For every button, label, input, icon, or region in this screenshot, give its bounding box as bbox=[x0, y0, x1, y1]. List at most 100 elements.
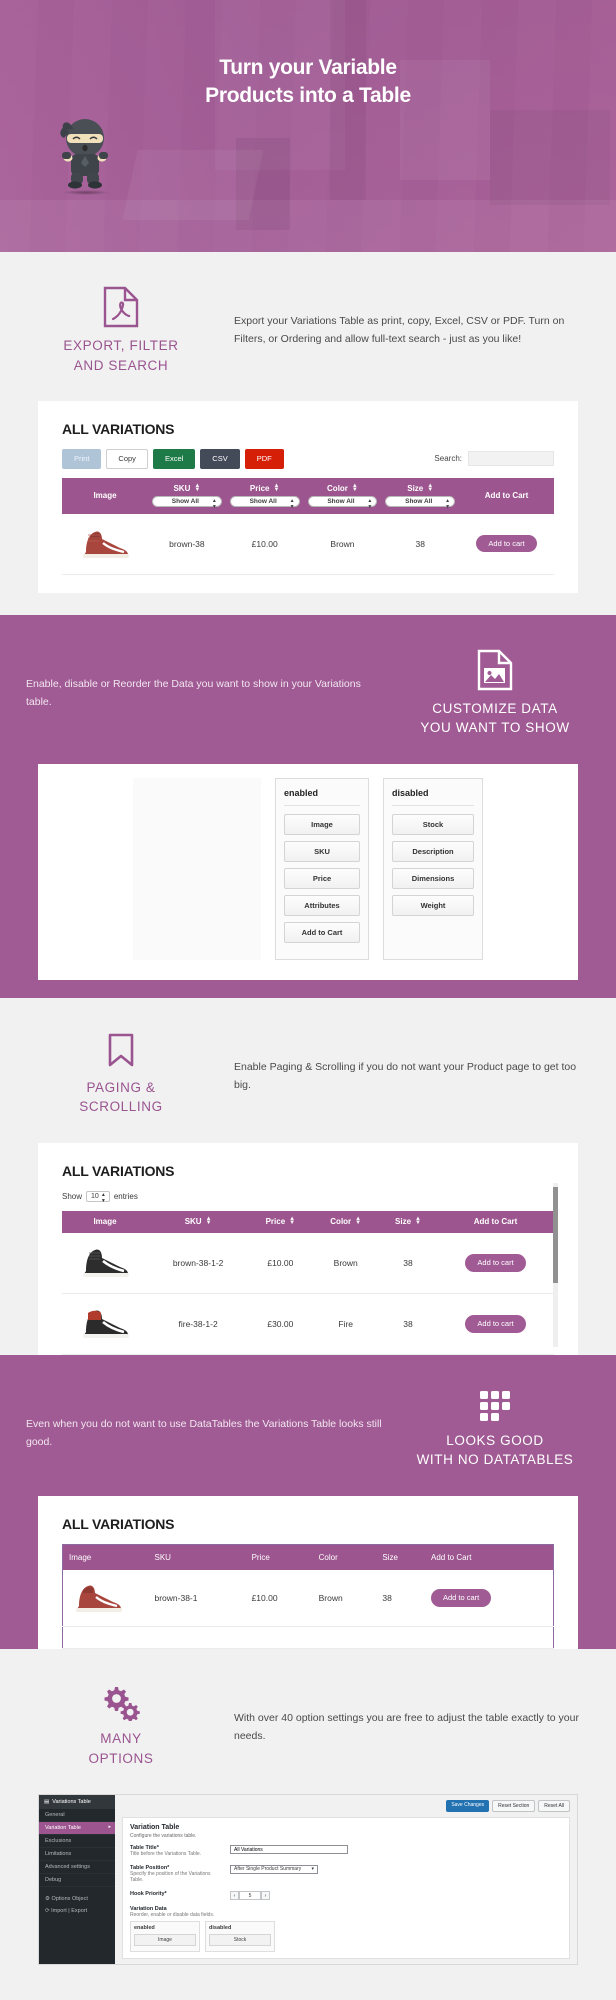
pdf-button[interactable]: PDF bbox=[244, 449, 284, 469]
decrement-button[interactable]: ‹ bbox=[230, 1891, 239, 1901]
cell-add-to-cart: Add to cart bbox=[459, 513, 554, 575]
add-to-cart-button[interactable]: Add to cart bbox=[465, 1315, 526, 1333]
cell-color: Fire bbox=[312, 1293, 379, 1355]
field-label: Hook Priority* bbox=[130, 1891, 167, 1898]
column-size[interactable]: Size ▲ ▼ bbox=[378, 1210, 438, 1233]
reset-section-button[interactable]: Reset Section bbox=[492, 1800, 536, 1813]
feature-description: Enable, disable or Reorder the Data you … bbox=[26, 677, 361, 708]
dnd-item[interactable]: Add to Cart bbox=[284, 921, 360, 943]
add-to-cart-button[interactable]: Add to cart bbox=[465, 1254, 526, 1272]
dnd-item[interactable]: Price bbox=[284, 867, 360, 889]
table-row: brown-38 £10.00 Brown 38 Add to cart bbox=[62, 513, 554, 575]
settings-toolbar: Save Changes Reset Section Reset All bbox=[122, 1800, 570, 1813]
table-position-select[interactable]: After Single Product Summary ▾ bbox=[230, 1865, 318, 1875]
field-description: Specify the position of the Variations T… bbox=[130, 1871, 211, 1884]
dnd-item[interactable]: Dimensions bbox=[392, 867, 474, 889]
cell-add-to-cart: Add to cart bbox=[424, 1570, 554, 1627]
wp-dnd-item[interactable]: Stock bbox=[209, 1934, 271, 1947]
column-label: SKU bbox=[184, 1216, 202, 1226]
cell-color: Brown bbox=[303, 513, 382, 575]
feature-description: Export your Variations Table as print, c… bbox=[234, 315, 565, 346]
settings-icon: ▤ bbox=[44, 1799, 50, 1806]
dnd-item[interactable]: Attributes bbox=[284, 894, 360, 916]
field-description: Title before the Variations Table. bbox=[130, 1851, 202, 1858]
csv-button[interactable]: CSV bbox=[200, 449, 240, 469]
column-size: Size bbox=[376, 1544, 425, 1570]
cell-image bbox=[62, 1232, 148, 1294]
add-to-cart-button[interactable]: Add to cart bbox=[430, 1589, 492, 1607]
feature-heading-line-2: WITH NO DATATABLES bbox=[416, 1452, 574, 1468]
sidebar-item-import-export[interactable]: ⟳ Import | Export bbox=[39, 1905, 115, 1917]
variations-table-card-1: ALL VARIATIONS Print Copy Excel CSV PDF … bbox=[38, 401, 578, 593]
column-price[interactable]: Price ▲ ▼ Show All ▲ ▼ bbox=[225, 477, 304, 514]
excel-button[interactable]: Excel bbox=[152, 449, 196, 469]
dnd-item[interactable]: Description bbox=[392, 840, 474, 862]
column-image[interactable]: Image bbox=[62, 477, 148, 514]
table-body: brown-38-1-2 £10.00 Brown 38 Add to cart bbox=[62, 1232, 554, 1355]
print-button[interactable]: Print bbox=[62, 449, 102, 469]
cell-image bbox=[62, 513, 148, 575]
sidebar-item-advanced-settings[interactable]: Advanced settings bbox=[39, 1861, 115, 1875]
show-label: Show bbox=[62, 1191, 83, 1201]
color-filter-select[interactable]: Show All ▲ ▼ bbox=[307, 495, 378, 510]
field-table-title: Table Title* Title before the Variations… bbox=[130, 1845, 562, 1859]
feature-heading-line-2: OPTIONS bbox=[88, 1750, 154, 1766]
dnd-item[interactable]: SKU bbox=[284, 840, 360, 862]
search-input[interactable] bbox=[468, 451, 554, 467]
wp-dnd-item[interactable]: Image bbox=[134, 1934, 196, 1947]
wp-enabled-title: enabled bbox=[134, 1925, 155, 1932]
column-label: Price bbox=[265, 1216, 286, 1226]
column-size[interactable]: Size ▲ ▼ Show All ▲ ▼ bbox=[381, 477, 460, 514]
sidebar-item-general[interactable]: General bbox=[39, 1809, 115, 1823]
hook-priority-stepper[interactable]: ‹ 5 › bbox=[230, 1891, 270, 1901]
cell-image bbox=[62, 1570, 149, 1627]
settings-sidebar: ▤ Variations Table General Variation Tab… bbox=[39, 1795, 115, 1965]
sidebar-item-options-object[interactable]: ⚙ Options Object bbox=[39, 1893, 115, 1905]
variations-table-card-2: ALL VARIATIONS Show 10 ▲ ▼ entries Image … bbox=[38, 1142, 578, 1355]
enabled-column: enabled Image SKU Price Attributes Add t… bbox=[275, 777, 369, 960]
price-filter-select[interactable]: Show All ▲ ▼ bbox=[229, 495, 300, 510]
copy-button[interactable]: Copy bbox=[106, 449, 148, 469]
sidebar-title: ▤ Variations Table bbox=[39, 1795, 115, 1810]
column-label: Add to Cart bbox=[473, 1216, 518, 1226]
hook-priority-value[interactable]: 5 bbox=[239, 1891, 261, 1901]
table-title-input[interactable] bbox=[230, 1845, 348, 1855]
entries-control: Show 10 ▲ ▼ entries bbox=[62, 1190, 554, 1204]
table-title: ALL VARIATIONS bbox=[62, 1516, 175, 1532]
sort-arrows-icon: ▲ ▼ bbox=[415, 1215, 421, 1227]
sidebar-item-debug[interactable]: Debug bbox=[39, 1874, 115, 1888]
dnd-item[interactable]: Stock bbox=[392, 813, 474, 835]
entries-select[interactable]: 10 ▲ ▼ bbox=[86, 1190, 110, 1204]
add-to-cart-button[interactable]: Add to cart bbox=[476, 534, 537, 553]
sidebar-item-variation-table[interactable]: Variation Table bbox=[39, 1822, 115, 1836]
reset-all-button[interactable]: Reset All bbox=[538, 1800, 570, 1813]
dnd-item[interactable]: Weight bbox=[392, 894, 474, 916]
sidebar-item-exclusions[interactable]: Exclusions bbox=[39, 1835, 115, 1849]
pdf-file-icon bbox=[103, 286, 139, 328]
sidebar-item-limitations[interactable]: Limitations bbox=[39, 1848, 115, 1862]
size-filter-select[interactable]: Show All ▲ ▼ bbox=[385, 495, 456, 510]
dnd-item[interactable]: Image bbox=[284, 813, 360, 835]
cell-sku: brown-38 bbox=[148, 513, 226, 575]
cell-partial bbox=[148, 1626, 554, 1649]
filter-label: Show All bbox=[327, 497, 355, 505]
column-sku[interactable]: SKU ▲ ▼ Show All ▲ ▼ bbox=[148, 477, 226, 514]
save-changes-button[interactable]: Save Changes bbox=[446, 1800, 490, 1813]
column-color[interactable]: Color ▲ ▼ bbox=[312, 1210, 379, 1233]
hero-title-line-2: Products into a Table bbox=[205, 83, 411, 107]
datatable-toolbar: Print Copy Excel CSV PDF Search: bbox=[62, 449, 554, 469]
column-color[interactable]: Color ▲ ▼ Show All ▲ ▼ bbox=[303, 477, 382, 514]
column-price[interactable]: Price ▲ ▼ bbox=[248, 1210, 313, 1233]
table-row: brown-38-1-2 £10.00 Brown 38 Add to cart bbox=[62, 1232, 554, 1294]
column-sku[interactable]: SKU ▲ ▼ bbox=[148, 1210, 249, 1233]
scrollbar-thumb[interactable] bbox=[553, 1186, 558, 1283]
cell-sku: fire-38-1-2 bbox=[148, 1293, 249, 1355]
sku-filter-select[interactable]: Show All ▲ ▼ bbox=[152, 495, 222, 510]
increment-button[interactable]: › bbox=[261, 1891, 270, 1901]
table-head: Image SKU ▲ ▼ Price ▲ ▼ Color ▲ ▼ Size ▲ ▼ Add t… bbox=[62, 1210, 554, 1233]
wp-disabled-title: disabled bbox=[209, 1925, 232, 1932]
column-label: Price bbox=[249, 483, 270, 493]
page-title: Turn your Variable Products into a Table bbox=[0, 0, 616, 109]
section-customize-data: CUSTOMIZE DATA YOU WANT TO SHOW Enable, … bbox=[0, 614, 616, 998]
column-image[interactable]: Image bbox=[62, 1210, 148, 1233]
